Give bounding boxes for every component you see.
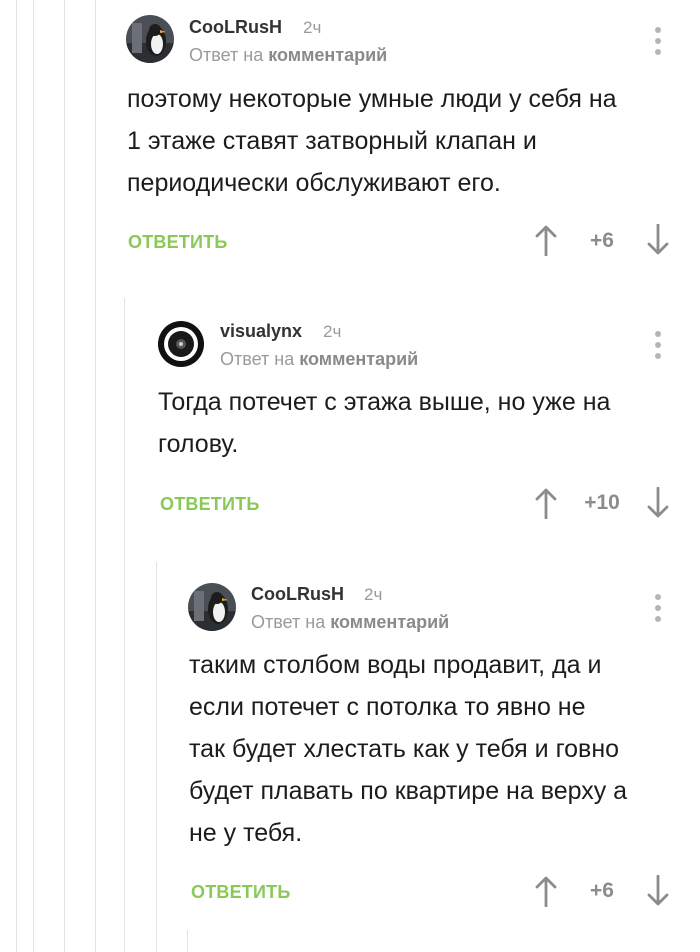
comment-text: таким столбом воды продавит, да и если п…: [189, 651, 628, 847]
comment-time: 2ч: [303, 18, 322, 37]
reply-to-link[interactable]: комментарий: [330, 612, 449, 632]
rating-count: +6: [590, 879, 614, 902]
speaker-avatar[interactable]: [157, 320, 205, 368]
reply-to-link[interactable]: комментарий: [268, 45, 387, 65]
thread-line: [187, 930, 188, 952]
upvote-arrow-icon[interactable]: [534, 875, 558, 908]
downvote-arrow-icon[interactable]: [646, 223, 670, 256]
thread-line: [156, 562, 157, 952]
downvote-arrow-icon[interactable]: [646, 486, 670, 519]
reply-to-text: Ответ на комментарий: [251, 611, 449, 633]
reply-button[interactable]: ОТВЕТИТЬ: [160, 494, 259, 515]
author-name[interactable]: visualynx: [220, 320, 302, 342]
thread-line: [124, 298, 125, 952]
reply-button[interactable]: ОТВЕТИТЬ: [128, 232, 227, 253]
reply-to-link[interactable]: комментарий: [299, 349, 418, 369]
more-menu-icon[interactable]: [654, 27, 662, 57]
comment-text: Тогда потечет с этажа выше, но уже на го…: [158, 388, 611, 458]
rating-count: +6: [590, 229, 614, 252]
reply-to-prefix: Ответ на: [251, 612, 326, 632]
upvote-arrow-icon[interactable]: [534, 224, 558, 257]
author-name[interactable]: CooLRusH: [251, 583, 344, 605]
reply-to-prefix: Ответ на: [189, 45, 264, 65]
reply-to-prefix: Ответ на: [220, 349, 295, 369]
reply-to-text: Ответ на комментарий: [220, 348, 418, 370]
reply-button[interactable]: ОТВЕТИТЬ: [191, 882, 290, 903]
more-menu-icon[interactable]: [654, 331, 662, 361]
upvote-arrow-icon[interactable]: [534, 487, 558, 520]
penguin-avatar[interactable]: [126, 15, 174, 63]
comment-time: 2ч: [364, 585, 383, 604]
thread-line: [16, 0, 17, 952]
comment-time: 2ч: [323, 322, 342, 341]
downvote-arrow-icon[interactable]: [646, 874, 670, 907]
comment-text: поэтому некоторые умные люди у себя на 1…: [127, 85, 617, 197]
more-menu-icon[interactable]: [654, 594, 662, 624]
author-name[interactable]: CooLRusH: [189, 16, 282, 38]
thread-line: [95, 0, 96, 952]
reply-to-text: Ответ на комментарий: [189, 44, 387, 66]
thread-line: [64, 0, 65, 952]
thread-line: [33, 0, 34, 952]
rating-count: +10: [584, 491, 620, 514]
penguin-avatar[interactable]: [188, 583, 236, 631]
